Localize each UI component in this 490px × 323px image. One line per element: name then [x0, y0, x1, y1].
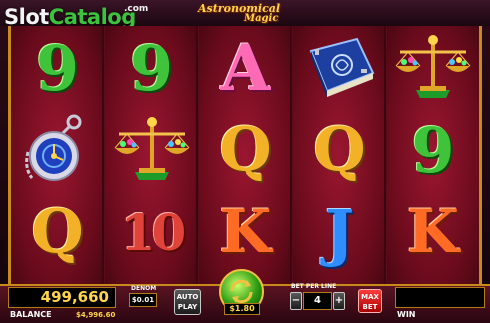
- bet-increase-button[interactable]: +: [333, 292, 345, 310]
- reel-3-row-1: A: [199, 28, 292, 108]
- reel-5: 9 K: [387, 26, 479, 284]
- reel-2-row-1: 9: [105, 28, 198, 108]
- symbol-ace: A: [220, 30, 271, 106]
- max-bet-button[interactable]: MAX BET: [358, 289, 382, 313]
- symbol-king: K: [219, 197, 272, 267]
- reel-1: 9 Q: [11, 26, 104, 284]
- pocket-watch-symbol: [24, 114, 81, 181]
- reel-5-row-2: 9: [387, 110, 479, 190]
- autoplay-label-line1: AUTO: [176, 293, 199, 301]
- logo-domain: .com: [124, 4, 149, 14]
- golden-scales-symbol: [395, 35, 471, 98]
- total-bet-value: $1.80: [224, 303, 260, 315]
- bet-per-line-label: BET PER LINE: [291, 283, 337, 290]
- reel-1-row-3: Q: [11, 192, 104, 272]
- win-label: WIN: [397, 310, 416, 319]
- reel-5-row-1: [387, 28, 479, 108]
- symbol-queen: Q: [31, 197, 84, 267]
- reel-4: Q J: [293, 26, 386, 284]
- reel-3-row-2: Q: [199, 110, 292, 190]
- reel-2-row-2: [105, 110, 198, 190]
- symbol-nine: 9: [129, 31, 174, 105]
- reel-3-row-3: K: [199, 192, 292, 272]
- reel-2-row-3: 10: [105, 192, 198, 272]
- symbol-ten: 10: [120, 202, 187, 262]
- spell-book-symbol: [309, 37, 374, 97]
- bet-decrease-button[interactable]: −: [290, 292, 302, 310]
- denom-selector[interactable]: $0.01: [129, 293, 157, 307]
- autoplay-label-line2: PLAY: [177, 303, 198, 311]
- minus-icon: −: [291, 295, 301, 306]
- plus-icon: +: [334, 295, 344, 306]
- reel-1-row-2: [11, 110, 104, 190]
- denom-label: DENOM: [131, 285, 157, 292]
- symbol-queen: Q: [219, 115, 272, 185]
- balance-credits: 499,660: [8, 287, 116, 308]
- game-screen: SlotCatalog .com Astronomical Magic 9 Q …: [0, 0, 490, 323]
- reel-4-row-1: [293, 28, 386, 108]
- symbol-queen: Q: [313, 115, 366, 185]
- game-title-line2: Magic: [244, 13, 279, 24]
- reel-5-row-3: K: [387, 192, 479, 272]
- reel-3: A Q K: [199, 26, 292, 284]
- bet-per-line-value: 4: [303, 292, 332, 310]
- win-display: [395, 287, 485, 308]
- reel-2: 9 10: [105, 26, 198, 284]
- symbol-nine: 9: [411, 113, 455, 187]
- reel-4-row-2: Q: [293, 110, 386, 190]
- max-bet-label-line2: BET: [362, 303, 378, 311]
- golden-scales-symbol: [114, 117, 189, 180]
- site-logo: SlotCatalog: [4, 6, 136, 28]
- symbol-king: K: [406, 197, 460, 267]
- balance-label: BALANCE: [10, 310, 52, 319]
- reel-4-row-3: J: [293, 192, 386, 272]
- symbol-jack: J: [324, 195, 355, 269]
- reel-area: 9 Q 9 10 A Q K Q J 9 K: [8, 26, 482, 284]
- game-title: Astronomical Magic: [188, 0, 308, 26]
- autoplay-button[interactable]: AUTO PLAY: [174, 289, 201, 315]
- symbol-nine: 9: [35, 31, 80, 105]
- max-bet-label-line1: MAX: [361, 293, 379, 301]
- balance-cash: $4,996.60: [76, 311, 116, 319]
- reel-1-row-1: 9: [11, 28, 104, 108]
